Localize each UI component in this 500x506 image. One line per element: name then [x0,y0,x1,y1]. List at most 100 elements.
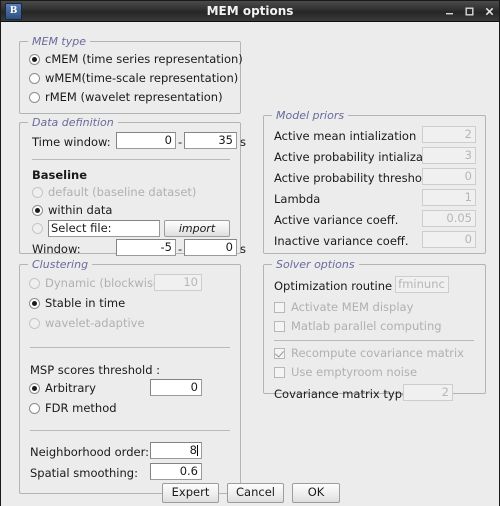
baseline-option-select-file[interactable] [32,223,48,234]
divider [32,159,230,160]
model-priors-legend: Model priors [272,109,349,122]
ok-button[interactable]: OK [292,483,340,503]
divider [274,340,474,341]
select-file-input[interactable]: Select file: [48,220,160,237]
msp-threshold-label: MSP scores threshold : [30,363,161,377]
checkbox-icon [274,348,285,359]
radio-icon [32,223,43,234]
clustering-option-label: wavelet-adaptive [45,316,145,330]
baseline-option-label: default (baseline dataset) [48,185,197,199]
model-priors-group: Model priors Active mean intialization 2… [263,109,486,254]
radio-icon [29,54,40,65]
optimization-routine-label: Optimization routine [274,279,393,293]
time-window-start-input[interactable]: 0 [116,132,176,149]
recompute-covariance-matrix-checkbox[interactable]: Recompute covariance matrix [274,347,464,360]
mem-type-option-label: rMEM (wavelet representation) [45,90,223,104]
data-definition-legend: Data definition [28,116,118,129]
time-window-label: Time window: [32,135,111,149]
spatial-smoothing-label: Spatial smoothing: [30,466,138,480]
baseline-window-end-input[interactable]: 0 [184,239,237,256]
active-prob-threshold-input[interactable]: 0 [422,168,476,185]
clustering-option-wavelet-adaptive[interactable]: wavelet-adaptive [29,317,145,330]
import-button[interactable]: import [164,220,230,237]
time-window-end-input[interactable]: 35 [184,132,237,149]
solver-options-group: Solver options Optimization routine fmin… [263,258,486,401]
arbitrary-threshold-input[interactable]: 0 [150,379,202,396]
covariance-matrix-type-input[interactable]: 2 [403,384,453,401]
model-prior-label: Inactive variance coeff. [274,234,409,248]
lambda-input[interactable]: 1 [422,189,476,206]
time-window-unit: s [240,135,246,149]
radio-icon [29,383,40,394]
close-icon[interactable] [484,6,495,17]
clustering-group: Clustering Dynamic (blockwise) 10 Stable… [19,258,241,494]
matlab-parallel-computing-checkbox[interactable]: Matlab parallel computing [274,320,442,333]
maximize-icon[interactable] [464,6,475,17]
radio-icon [29,73,40,84]
checkbox-label: Activate MEM display [291,300,414,314]
use-emptyroom-noise-checkbox[interactable]: Use emptyroom noise [274,366,417,379]
model-prior-label: Lambda [274,192,321,206]
window-title: MEM options [206,4,294,18]
active-prob-init-input[interactable]: 3 [422,147,476,164]
checkbox-label: Use emptyroom noise [291,365,418,379]
checkbox-label: Recompute covariance matrix [291,346,464,360]
data-definition-group: Data definition Time window: 0 - 35 s Ba… [19,116,246,256]
model-prior-label: Active probability intialization [274,150,445,164]
clustering-option-dynamic[interactable]: Dynamic (blockwise) [29,277,165,290]
model-prior-label: Active variance coeff. [274,213,399,227]
inactive-variance-coeff-input[interactable]: 0 [422,231,476,248]
baseline-window-dash: - [178,242,183,256]
model-prior-label: Active mean intialization [274,129,417,143]
neighborhood-order-label: Neighborhood order: [30,445,149,459]
msp-option-arbitrary[interactable]: Arbitrary [29,382,96,395]
mem-type-legend: MEM type [28,35,91,48]
mem-type-option-rmem[interactable]: rMEM (wavelet representation) [29,91,223,104]
radio-icon [29,298,40,309]
msp-option-label: FDR method [45,401,117,415]
baseline-option-within-data[interactable]: within data [32,204,112,217]
divider [30,347,230,348]
clustering-option-stable[interactable]: Stable in time [29,297,125,310]
active-mean-init-input[interactable]: 2 [422,126,476,143]
radio-icon [29,92,40,103]
spatial-smoothing-input[interactable]: 0.6 [150,463,202,480]
solver-options-legend: Solver options [272,258,359,271]
mem-type-option-label: cMEM (time series representation) [45,52,243,66]
activate-mem-display-checkbox[interactable]: Activate MEM display [274,301,413,314]
active-variance-coeff-input[interactable]: 0.05 [422,210,476,227]
clustering-option-label: Dynamic (blockwise) [45,276,165,290]
expert-button[interactable]: Expert [162,483,219,503]
title-bar[interactable]: B MEM options [1,1,499,22]
checkbox-icon [274,367,285,378]
time-window-dash: - [178,135,183,149]
cancel-button[interactable]: Cancel [227,483,284,503]
model-prior-label: Active probability threshold [274,171,433,185]
dynamic-blockwise-input[interactable]: 10 [154,274,202,291]
optimization-routine-input[interactable]: fminunc [395,276,449,293]
baseline-option-label: within data [48,203,113,217]
mem-type-group: MEM type cMEM (time series representatio… [19,35,243,114]
mem-type-option-wmem[interactable]: wMEM(time-scale representation) [29,72,238,85]
neighborhood-order-input[interactable]: 8 [150,442,202,459]
baseline-label: Baseline [32,168,88,182]
window-controls [444,1,495,21]
mem-type-option-label: wMEM(time-scale representation) [45,71,239,85]
checkbox-icon [274,321,285,332]
radio-icon [29,318,40,329]
radio-icon [29,278,40,289]
baseline-window-label: Window: [32,242,81,256]
radio-icon [29,403,40,414]
clustering-option-label: Stable in time [45,296,126,310]
msp-option-label: Arbitrary [45,381,96,395]
divider [30,430,230,431]
msp-option-fdr[interactable]: FDR method [29,402,117,415]
mem-options-window: B MEM options MEM type cMEM (time series… [0,0,500,506]
dialog-body: MEM type cMEM (time series representatio… [1,22,499,506]
mem-type-option-cmem[interactable]: cMEM (time series representation) [29,53,243,66]
radio-icon [32,205,43,216]
covariance-matrix-type-label: Covariance matrix type [274,387,410,401]
baseline-option-default[interactable]: default (baseline dataset) [32,186,196,199]
baseline-window-start-input[interactable]: -5 [116,239,176,256]
minimize-icon[interactable] [444,6,455,17]
